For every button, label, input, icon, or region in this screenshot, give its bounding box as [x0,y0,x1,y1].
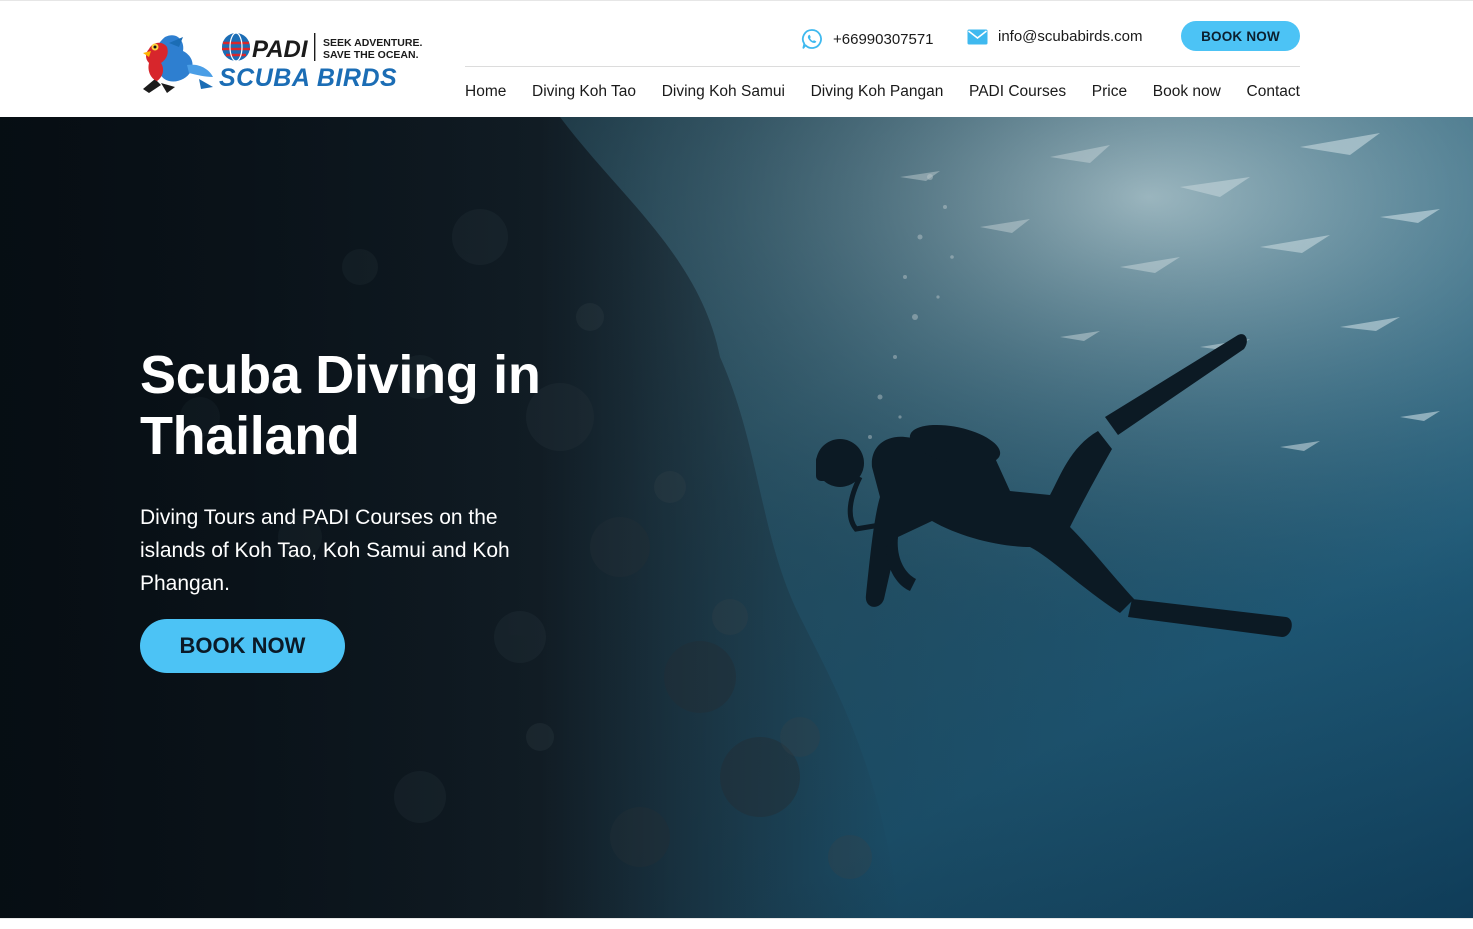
nav-item-diving-koh-pangan[interactable]: Diving Koh Pangan [811,83,944,101]
padi-globe-icon [222,32,250,62]
hero-content: Scuba Diving in Thailand Diving Tours an… [140,345,600,673]
hero-subtitle: Diving Tours and PADI Courses on the isl… [140,506,510,595]
contact-bar: +66990307571 info@scubabirds.com BOOK NO… [465,19,1300,65]
nav-item-contact[interactable]: Contact [1247,83,1300,101]
nav-item-book-now[interactable]: Book now [1153,83,1221,101]
scuba-birds-logo[interactable]: PADI SEEK ADVENTURE. SAVE THE OCEAN. SCU… [139,29,424,95]
envelope-icon [967,29,988,45]
page-bottom-strip [0,918,1473,929]
hero-book-now-button[interactable]: BOOK NOW [140,619,345,673]
logo-tagline-line1: SEEK ADVENTURE. [323,37,422,49]
header-divider [465,66,1300,67]
nav-item-price[interactable]: Price [1092,83,1127,101]
nav-item-diving-koh-samui[interactable]: Diving Koh Samui [662,83,785,101]
whatsapp-icon [801,28,823,50]
logo-tagline-line2: SAVE THE OCEAN. [323,49,419,61]
header-book-now-button[interactable]: BOOK NOW [1181,21,1300,51]
logo-brand-name: SCUBA BIRDS [219,64,397,92]
nav-item-padi-courses[interactable]: PADI Courses [969,83,1066,101]
email-address: info@scubabirds.com [998,28,1143,45]
nav-item-home[interactable]: Home [465,83,506,101]
padi-wordmark: PADI [252,36,309,63]
phone-contact[interactable]: +66990307571 [801,28,934,50]
main-nav: Home Diving Koh Tao Diving Koh Samui Div… [465,83,1300,101]
hero-title: Scuba Diving in Thailand [140,345,541,466]
email-contact[interactable]: info@scubabirds.com [967,28,1142,45]
hero-section: Scuba Diving in Thailand Diving Tours an… [0,117,1473,918]
phone-number: +66990307571 [833,30,934,48]
parrot-mascot-icon [143,35,213,93]
nav-item-diving-koh-tao[interactable]: Diving Koh Tao [532,83,636,101]
site-header: PADI SEEK ADVENTURE. SAVE THE OCEAN. SCU… [0,0,1473,117]
